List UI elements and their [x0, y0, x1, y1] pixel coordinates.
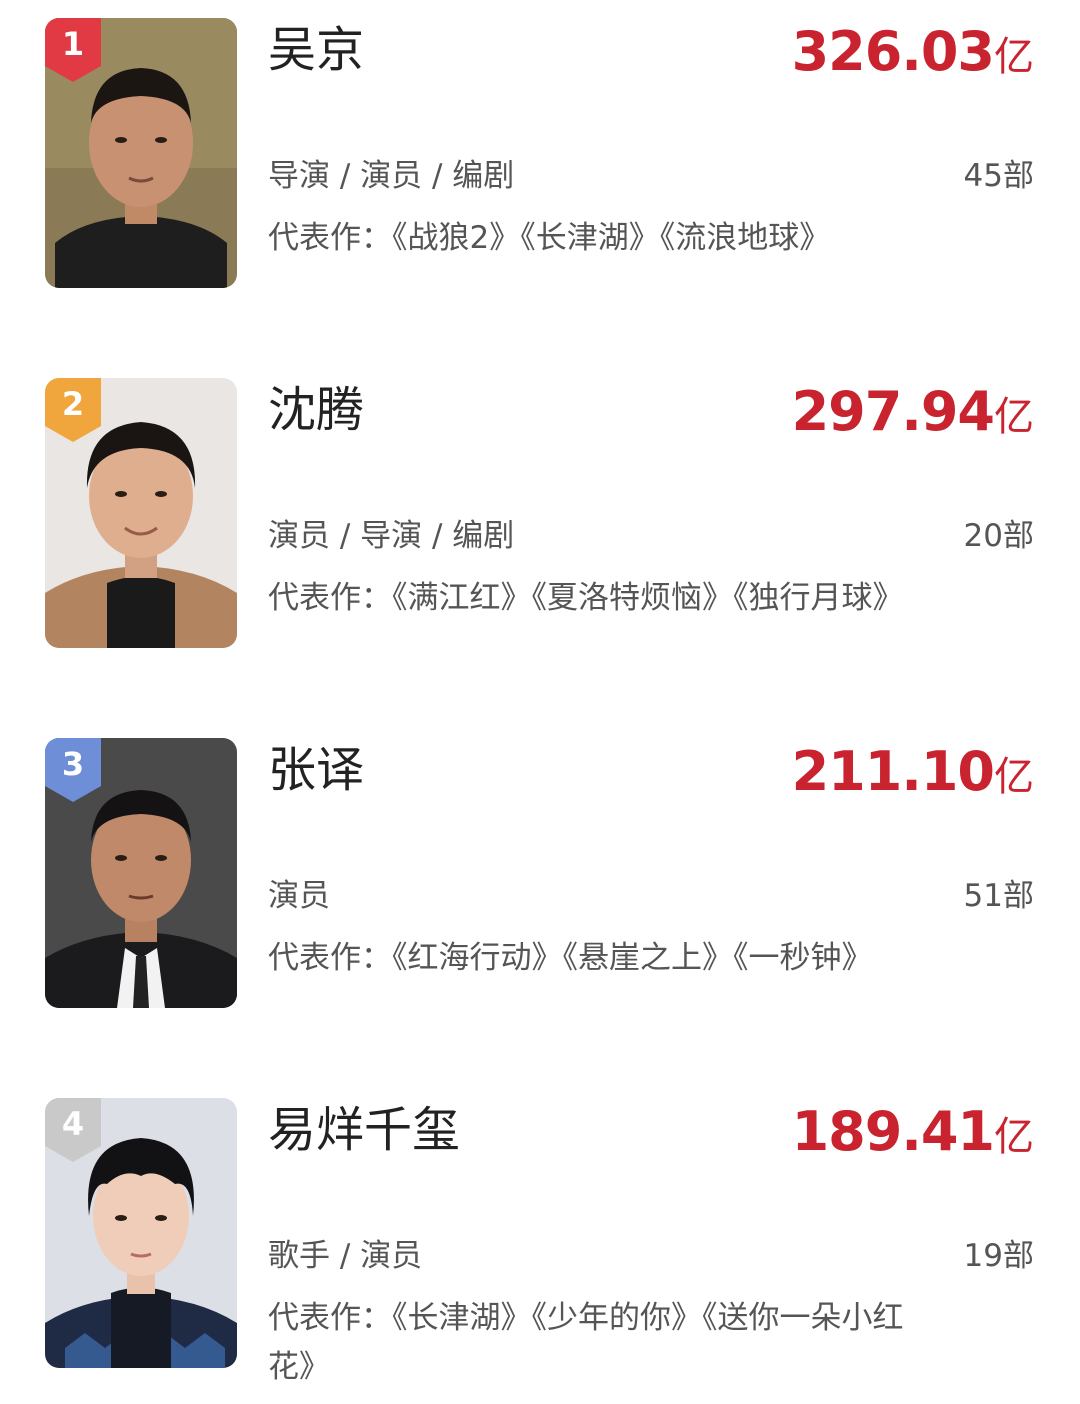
avatar[interactable]: 3: [45, 738, 237, 1008]
person-name: 易烊千玺: [268, 1102, 461, 1158]
box-office-value: 326.03: [791, 20, 995, 83]
box-office-value: 211.10: [791, 740, 995, 803]
roles: 歌手 / 演员: [268, 1238, 423, 1274]
box-office-unit: 亿: [994, 754, 1034, 800]
rank-number: 2: [61, 385, 85, 423]
box-office-total: 326.03亿: [792, 22, 1034, 87]
rank-badge: 3: [45, 738, 101, 802]
works-count: 19部: [963, 1238, 1034, 1274]
representative-works: 代表作：《红海行动》《悬崖之上》《一秒钟》: [268, 940, 873, 976]
box-office-total: 297.94亿: [792, 382, 1034, 447]
roles: 演员 / 导演 / 编剧: [268, 518, 515, 554]
roles: 演员: [268, 878, 330, 914]
works-count: 51部: [963, 878, 1034, 914]
roles: 导演 / 演员 / 编剧: [268, 158, 515, 194]
ranking-row[interactable]: 1 吴京 326.03亿 导演 / 演员 / 编剧 45部 代表作：《战狼2》《…: [0, 18, 1080, 290]
ranking-row[interactable]: 2 沈腾 297.94亿 演员 / 导演 / 编剧 20部 代表作：《满江红》《…: [0, 378, 1080, 650]
rank-number: 1: [61, 25, 85, 63]
avatar[interactable]: 2: [45, 378, 237, 648]
rank-badge: 4: [45, 1098, 101, 1162]
avatar[interactable]: 4: [45, 1098, 237, 1368]
box-office-ranking-list: 1 吴京 326.03亿 导演 / 演员 / 编剧 45部 代表作：《战狼2》《…: [0, 0, 1080, 1404]
representative-works: 代表作：《战狼2》《长津湖》《流浪地球》: [268, 220, 831, 256]
person-name: 沈腾: [268, 382, 365, 438]
rank-badge: 1: [45, 18, 101, 82]
box-office-total: 211.10亿: [792, 742, 1034, 807]
rank-number: 3: [61, 745, 85, 783]
person-name: 张译: [268, 742, 365, 798]
works-count: 20部: [963, 518, 1034, 554]
box-office-value: 189.41: [791, 1100, 995, 1163]
works-count: 45部: [963, 158, 1034, 194]
box-office-unit: 亿: [994, 34, 1034, 80]
box-office-unit: 亿: [994, 394, 1034, 440]
box-office-value: 297.94: [791, 380, 995, 443]
representative-works: 代表作：《长津湖》《少年的你》《送你一朵小红花》: [268, 1300, 904, 1385]
rank-badge: 2: [45, 378, 101, 442]
box-office-total: 189.41亿: [792, 1102, 1034, 1167]
rank-number: 4: [61, 1105, 85, 1143]
avatar[interactable]: 1: [45, 18, 237, 288]
person-name: 吴京: [268, 22, 365, 78]
ranking-row[interactable]: 3 张译 211.10亿 演员 51部 代表作：《红海行动》《悬崖之上》《一秒钟…: [0, 738, 1080, 1010]
ranking-row[interactable]: 4 易烊千玺 189.41亿 歌手 / 演员 19部 代表作：《长津湖》《少年的…: [0, 1098, 1080, 1385]
box-office-unit: 亿: [994, 1114, 1034, 1160]
representative-works: 代表作：《满江红》《夏洛特烦恼》《独行月球》: [268, 580, 904, 616]
